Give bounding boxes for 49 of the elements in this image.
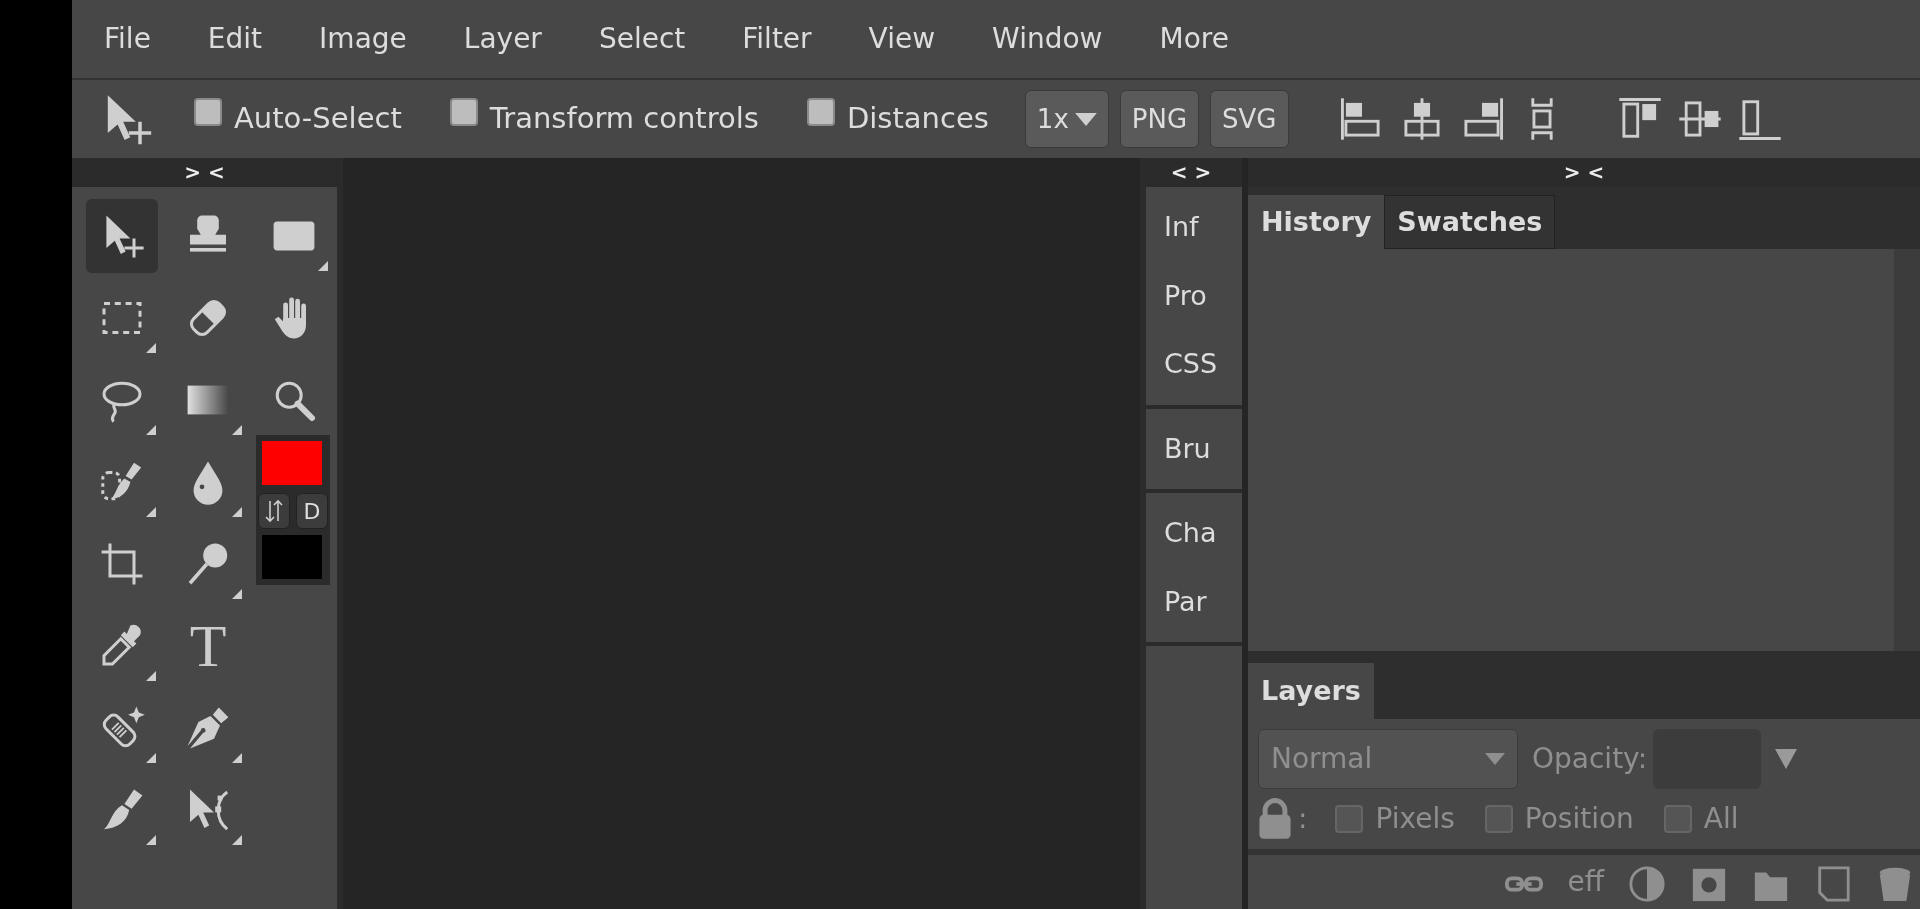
opacity-label: Opacity: (1532, 741, 1648, 777)
lock-colon: : (1298, 801, 1308, 837)
caret-icon (1485, 753, 1505, 765)
menu-item[interactable]: Edit (179, 18, 292, 60)
foreground-color[interactable] (262, 441, 322, 485)
adjustment-icon[interactable] (1628, 865, 1666, 903)
panel-tab[interactable]: Swatches (1384, 195, 1556, 249)
menu-item[interactable]: More (1131, 18, 1258, 60)
export-button[interactable]: SVG (1210, 90, 1289, 148)
checkbox[interactable] (449, 98, 478, 126)
menu-item[interactable]: View (840, 18, 965, 60)
checkbox-label: All (1703, 801, 1739, 837)
checkbox[interactable] (194, 98, 222, 126)
scale-dropdown[interactable]: 1x (1024, 90, 1109, 148)
checkbox-label: Position (1524, 801, 1634, 837)
background-color[interactable] (262, 535, 322, 579)
scrollbar[interactable] (1894, 249, 1920, 651)
checkbox[interactable] (806, 98, 835, 126)
checkbox-label: Transform controls (489, 100, 759, 138)
panel-shortcut[interactable]: CSS (1146, 330, 1242, 399)
panel-shortcut[interactable]: Pro (1146, 261, 1242, 330)
checkbox-label: Auto-Select (234, 100, 402, 138)
collapse-handle[interactable]: > < (72, 158, 337, 187)
menu-item[interactable]: Layer (435, 18, 571, 60)
caret-icon (1074, 112, 1097, 126)
tool-button[interactable]: T (172, 609, 244, 683)
tool-button[interactable] (86, 199, 158, 273)
panel-tab[interactable]: Layers (1248, 663, 1374, 719)
collapse-handle[interactable]: > < (1248, 158, 1920, 187)
menu-item[interactable]: Window (964, 18, 1132, 60)
menu-item[interactable]: Image (291, 18, 436, 60)
panel-shortcut[interactable]: Inf (1146, 193, 1242, 262)
menu-item[interactable]: File (76, 18, 180, 60)
checkbox-label: Pixels (1375, 801, 1455, 837)
checkbox[interactable] (1663, 805, 1692, 833)
swap-colors-button[interactable] (258, 493, 290, 529)
checkbox[interactable] (1484, 805, 1513, 833)
checkbox-label: Distances (846, 100, 989, 138)
lock-icon (1258, 797, 1292, 841)
menu-item[interactable]: Select (570, 18, 715, 60)
dropdown-triangle-icon[interactable] (1775, 748, 1798, 770)
panel-tab[interactable]: History (1248, 195, 1385, 249)
default-colors-button[interactable]: D (296, 493, 328, 529)
export-button[interactable]: PNG (1119, 90, 1200, 148)
swap-arrows-icon (264, 498, 284, 524)
menu-item[interactable]: Filter (714, 18, 841, 60)
checkbox[interactable] (1335, 805, 1364, 833)
panel-shortcut[interactable]: Cha (1146, 499, 1242, 568)
panel-shortcut[interactable]: Par (1146, 567, 1242, 636)
